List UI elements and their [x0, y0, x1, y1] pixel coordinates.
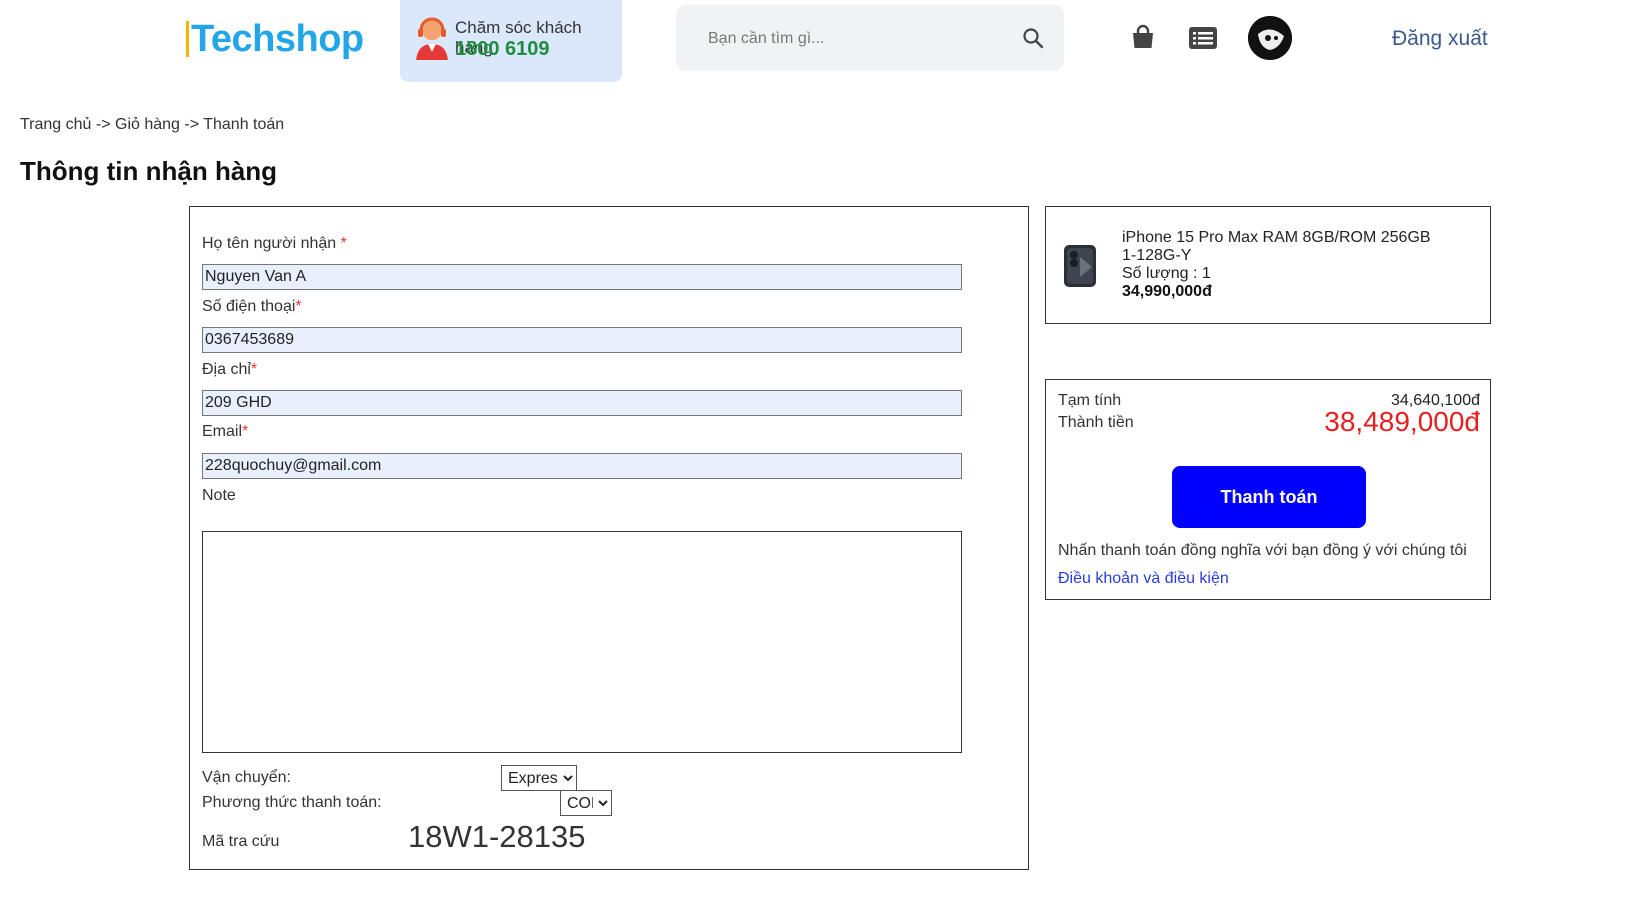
required-mark: * [250, 361, 258, 378]
required-mark: * [295, 298, 302, 315]
shipping-select[interactable]: Express [501, 765, 577, 791]
shipping-label: Vận chuyển: [202, 769, 291, 786]
payment-method-select[interactable]: COD [560, 790, 612, 816]
avatar[interactable] [1248, 16, 1292, 60]
phone-label: Số điện thoại* [202, 298, 302, 315]
cart-item-card: iPhone 15 Pro Max RAM 8GB/ROM 256GB 1-12… [1045, 206, 1491, 324]
email-label: Email* [202, 423, 249, 440]
search-icon[interactable] [1022, 27, 1044, 49]
note-label: Note [202, 487, 236, 504]
payment-method-label: Phương thức thanh toán: [202, 794, 382, 811]
support-phone[interactable]: 1800 6109 [455, 38, 550, 61]
product-name-block: iPhone 15 Pro Max RAM 8GB/ROM 256GB 1-12… [1122, 229, 1431, 265]
search-input[interactable] [706, 23, 1010, 55]
product-name: iPhone 15 Pro Max RAM 8GB/ROM 256GB [1122, 229, 1431, 246]
required-mark: * [242, 423, 249, 440]
note-textarea[interactable] [202, 531, 962, 753]
order-list-icon[interactable] [1188, 26, 1218, 50]
product-quantity: Số lượng : 1 [1122, 265, 1211, 282]
product-price: 34,990,000đ [1122, 283, 1212, 300]
customer-support-box[interactable]: Chăm sóc khách hàng 1800 6109 [400, 0, 622, 82]
avatar-image [1248, 16, 1292, 60]
terms-link[interactable]: Điều khoản và điều kiện [1058, 570, 1229, 588]
subtotal-label: Tạm tính [1058, 392, 1122, 409]
logo-mark [186, 21, 189, 57]
logo-text: Techshop [191, 18, 364, 60]
search-bar [676, 5, 1064, 71]
address-label: Địa chỉ* [202, 361, 258, 378]
total-value: 38,489,000đ [1324, 406, 1480, 437]
required-mark: * [340, 235, 347, 252]
lookup-code-label: Mã tra cứu [202, 833, 280, 850]
product-sku: 1-128G-Y [1122, 247, 1192, 264]
phone-field[interactable] [202, 327, 962, 353]
shipping-form: Họ tên người nhận * Số điện thoại* Địa c… [189, 206, 1029, 870]
breadcrumb: Trang chủ -> Giỏ hàng -> Thanh toán [20, 116, 285, 133]
headset-agent-icon [416, 17, 448, 60]
total-label: Thành tiền [1058, 414, 1134, 431]
agreement-text: Nhấn thanh toán đồng nghĩa với bạn đồng … [1058, 542, 1467, 559]
page-title: Thông tin nhận hàng [20, 156, 278, 186]
order-summary: Tạm tính 34,640,100đ Thành tiền 38,489,0… [1045, 379, 1491, 600]
name-field[interactable] [202, 264, 962, 290]
checkout-button[interactable]: Thanh toán [1172, 466, 1366, 528]
shopping-bag-icon[interactable] [1130, 24, 1156, 50]
techshop-logo[interactable]: Techshop [186, 18, 364, 61]
name-label: Họ tên người nhận * [202, 235, 347, 252]
logout-link[interactable]: Đăng xuất [1392, 27, 1488, 51]
product-thumbnail [1064, 245, 1096, 287]
email-field[interactable] [202, 453, 962, 479]
lookup-code: 18W1-28135 [408, 819, 586, 854]
address-field[interactable] [202, 390, 962, 416]
